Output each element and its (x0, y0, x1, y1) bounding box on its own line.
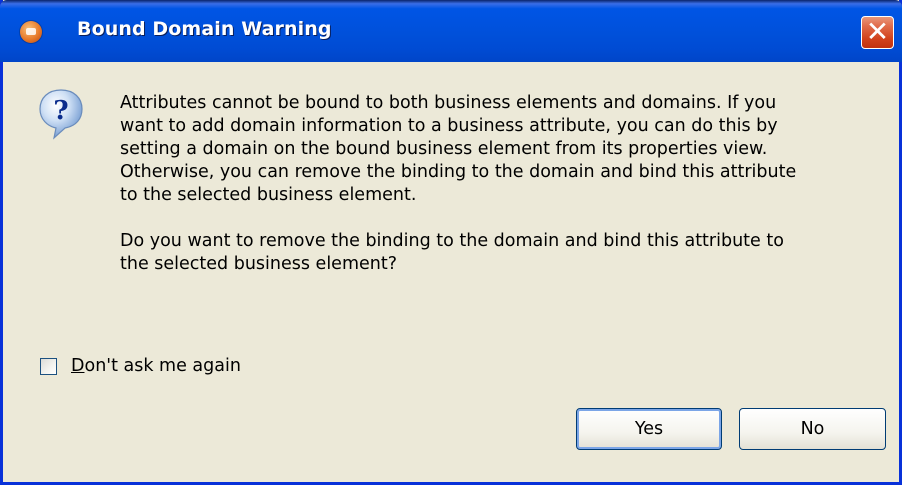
question-glyph: ? (53, 96, 68, 126)
label-rest: on't ask me again (84, 356, 241, 376)
title-bar[interactable]: Bound Domain Warning ✕ (0, 0, 902, 62)
close-icon: ✕ (865, 15, 890, 48)
close-button[interactable]: ✕ (861, 16, 894, 49)
question-icon: ? (39, 89, 83, 140)
yes-button[interactable]: Yes (576, 408, 722, 450)
label-mnemonic: D (71, 356, 85, 376)
no-button[interactable]: No (739, 408, 886, 450)
message-paragraph-1: Attributes cannot be bound to both busin… (120, 93, 797, 205)
dont-ask-again-option[interactable]: Don't ask me again (40, 356, 241, 376)
app-icon (20, 21, 42, 43)
dialog-window: Bound Domain Warning ✕ ? Attributes cann… (0, 0, 902, 485)
message-paragraph-2: Do you want to remove the binding to the… (120, 231, 784, 274)
window-title: Bound Domain Warning (77, 18, 332, 40)
dont-ask-again-checkbox[interactable] (40, 357, 57, 375)
message-text: Attributes cannot be bound to both busin… (120, 92, 860, 276)
dont-ask-again-label[interactable]: Don't ask me again (71, 356, 241, 376)
